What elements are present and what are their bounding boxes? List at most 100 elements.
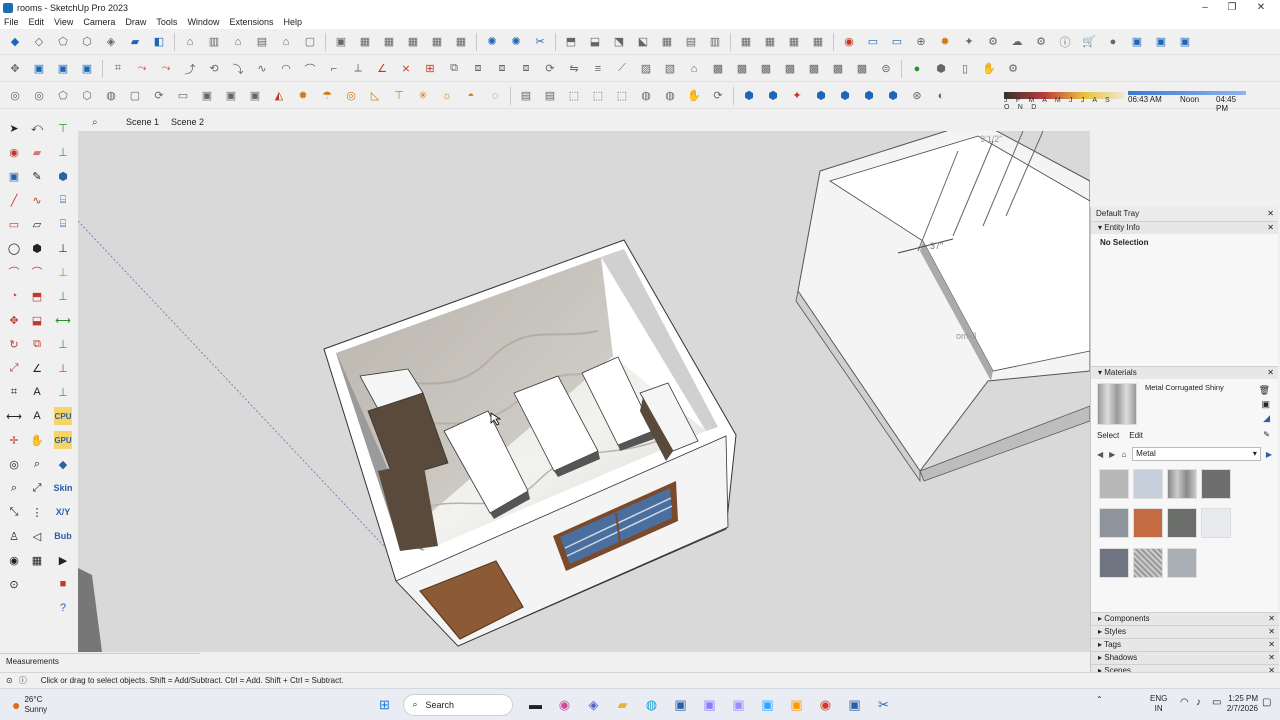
cube-view-b-icon[interactable]: ⬢: [764, 87, 782, 105]
rafter-icon[interactable]: ▩: [781, 60, 799, 78]
box-icon[interactable]: ⬓: [586, 33, 604, 51]
look-around-icon[interactable]: ◎: [30, 87, 48, 105]
play-icon[interactable]: ▶: [54, 551, 72, 569]
wire-a-icon[interactable]: ⬚: [565, 87, 583, 105]
phone-icon[interactable]: ▯: [956, 60, 974, 78]
cube-a-icon[interactable]: ▣: [1128, 33, 1146, 51]
right-view-icon[interactable]: ▤: [253, 33, 271, 51]
beam-icon[interactable]: ▩: [829, 60, 847, 78]
dynamic-icon[interactable]: ▣: [78, 60, 96, 78]
minimize-button[interactable]: –: [1190, 0, 1220, 15]
account-icon[interactable]: ●: [1104, 33, 1122, 51]
ext-i-icon[interactable]: ⟷: [54, 311, 72, 329]
pattern-icon[interactable]: ▧: [661, 60, 679, 78]
pencil-line-icon[interactable]: ╱: [5, 191, 23, 209]
back-view-icon[interactable]: ⌂: [277, 33, 295, 51]
pipe-icon[interactable]: ⊜: [877, 60, 895, 78]
axis-arrow-icon[interactable]: ✦: [788, 87, 806, 105]
ext-g-icon[interactable]: ⊥: [54, 263, 72, 281]
menu-draw[interactable]: Draw: [125, 17, 146, 27]
offset-tool-icon[interactable]: ⧉: [28, 335, 46, 353]
weather-widget[interactable]: 26°C Sunny: [24, 695, 374, 715]
bub-icon[interactable]: Bub: [54, 527, 72, 545]
settings-icon[interactable]: ⚙: [984, 33, 1002, 51]
followme-tool-icon[interactable]: ⬓: [28, 311, 46, 329]
roof-icon[interactable]: ⌂: [685, 60, 703, 78]
lasso-icon[interactable]: ⤺: [28, 119, 46, 137]
ext-l-icon[interactable]: ⊥: [54, 383, 72, 401]
stud-icon[interactable]: ▩: [805, 60, 823, 78]
material-swatch[interactable]: [1167, 469, 1197, 499]
menu-file[interactable]: File: [4, 17, 19, 27]
wire-c-icon[interactable]: ⬚: [613, 87, 631, 105]
stop-icon[interactable]: ■: [54, 575, 72, 593]
3d-text-icon[interactable]: A: [28, 407, 46, 425]
curve-icon[interactable]: ⤵: [229, 60, 247, 78]
extension-icon[interactable]: ▭: [864, 33, 882, 51]
scene-search-icon[interactable]: ⌕: [92, 117, 106, 128]
menu-edit[interactable]: Edit: [29, 17, 45, 27]
teams-icon[interactable]: ◈: [583, 695, 603, 715]
photoshop-icon[interactable]: ▣: [757, 695, 777, 715]
extrude-icon[interactable]: ⬒: [562, 33, 580, 51]
building-icon[interactable]: ▦: [737, 33, 755, 51]
skin-icon[interactable]: Skin: [54, 479, 73, 497]
task-view-icon[interactable]: ▬: [525, 695, 545, 715]
stack-icon[interactable]: ≡: [589, 60, 607, 78]
select-arrow-icon[interactable]: ➤: [5, 119, 23, 137]
polygon-icon[interactable]: ⬡: [78, 33, 96, 51]
material-swatch[interactable]: [1099, 469, 1129, 499]
current-material-name[interactable]: Metal Corrugated Shiny: [1145, 383, 1224, 425]
component-icon[interactable]: ▣: [30, 60, 48, 78]
hatch-icon[interactable]: ▨: [637, 60, 655, 78]
weather-icon[interactable]: ●: [12, 697, 20, 713]
solid-icon[interactable]: ⬔: [610, 33, 628, 51]
solid-trim-icon[interactable]: ◍: [102, 87, 120, 105]
ext-e-icon[interactable]: ⌸: [54, 215, 72, 233]
measurements-box[interactable]: Measurements: [0, 653, 200, 669]
gear-cog-icon[interactable]: ✺: [483, 33, 501, 51]
layers-icon[interactable]: ▥: [706, 33, 724, 51]
edge-icon[interactable]: ◍: [641, 695, 661, 715]
eye-icon[interactable]: ◉: [5, 551, 23, 569]
prev-icon[interactable]: ⤢: [28, 479, 46, 497]
windows-start-icon[interactable]: ⊞: [374, 695, 394, 715]
dim-icon[interactable]: ⊞: [421, 60, 439, 78]
pie-icon[interactable]: ◔: [5, 287, 23, 305]
copilot-icon[interactable]: ◉: [554, 695, 574, 715]
tab-scene-1[interactable]: Scene 1: [126, 117, 159, 127]
entity-info-header[interactable]: ▾ Entity Info ✕: [1091, 221, 1278, 234]
chrome-icon[interactable]: ◉: [815, 695, 835, 715]
shield-icon[interactable]: ⬢: [932, 60, 950, 78]
column-icon[interactable]: ▩: [853, 60, 871, 78]
puzzle-icon[interactable]: ✦: [960, 33, 978, 51]
add-icon[interactable]: ⊕: [912, 33, 930, 51]
ext-k-icon[interactable]: ⊥: [54, 359, 72, 377]
delete-material-icon[interactable]: 🗑: [1259, 385, 1270, 396]
tape-tool-icon[interactable]: ⌗: [5, 383, 23, 401]
material-swatch[interactable]: [1133, 469, 1163, 499]
joist-icon[interactable]: ▩: [757, 60, 775, 78]
scissors-icon[interactable]: ✂: [531, 33, 549, 51]
menu-camera[interactable]: Camera: [83, 17, 115, 27]
home-icon[interactable]: ⌂: [1121, 450, 1126, 459]
material-swatch[interactable]: [1167, 508, 1197, 539]
circle-icon[interactable]: ◎: [342, 87, 360, 105]
stair-icon[interactable]: ▦: [809, 33, 827, 51]
illustrator-icon[interactable]: ▣: [786, 695, 806, 715]
ext-c-icon[interactable]: ⬢: [54, 167, 72, 185]
scale-icon[interactable]: ⧈: [517, 60, 535, 78]
material-swatch[interactable]: [1133, 547, 1163, 578]
chamfer-icon[interactable]: ⌐: [325, 60, 343, 78]
style-icon[interactable]: ▰: [126, 33, 144, 51]
star-icon[interactable]: ✳: [414, 87, 432, 105]
dimension-icon[interactable]: ⟷: [5, 407, 23, 425]
entity-info-close-icon[interactable]: ✕: [1267, 222, 1274, 234]
back-icon[interactable]: ◀: [1097, 450, 1103, 459]
cube-view-f-icon[interactable]: ⬢: [884, 87, 902, 105]
after-effects-icon[interactable]: ▣: [728, 695, 748, 715]
model-viewport[interactable]: 37" 9'1/2" om-3: [78, 131, 1090, 652]
iso-view-icon[interactable]: ⌂: [181, 33, 199, 51]
file-explorer-icon[interactable]: ▰: [612, 695, 632, 715]
section-icon[interactable]: ⧉: [445, 60, 463, 78]
